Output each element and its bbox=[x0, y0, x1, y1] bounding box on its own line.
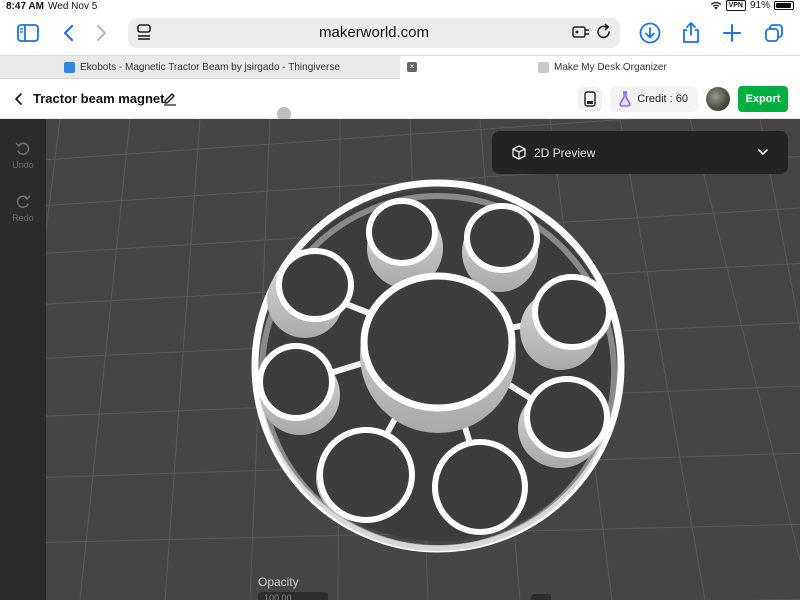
status-bar: 8:47 AM Wed Nov 5 VPN 91% bbox=[0, 0, 800, 14]
chevron-down-icon bbox=[756, 145, 770, 162]
cube-icon bbox=[512, 145, 526, 163]
download-icon[interactable] bbox=[636, 20, 664, 46]
chevron-left-icon bbox=[15, 93, 22, 105]
tool-sidebar: Undo Redo bbox=[0, 119, 46, 600]
model-scene bbox=[46, 119, 800, 600]
header-actions: Credit : 60 Export bbox=[578, 86, 788, 112]
tablet-icon bbox=[584, 91, 596, 107]
url-text[interactable]: makerworld.com bbox=[128, 24, 620, 41]
status-right: VPN 91% bbox=[710, 0, 794, 11]
extension-icon[interactable] bbox=[572, 24, 590, 45]
back-button[interactable] bbox=[10, 90, 28, 108]
redo-button[interactable]: Redo bbox=[0, 194, 46, 223]
close-tab-icon[interactable]: × bbox=[407, 62, 417, 72]
credit-flask-icon bbox=[619, 91, 631, 107]
opacity-input[interactable]: 100.00 bbox=[258, 592, 328, 600]
battery-percent: 91% bbox=[749, 0, 770, 11]
new-tab-icon[interactable] bbox=[718, 20, 746, 46]
address-bar[interactable]: makerworld.com bbox=[128, 18, 620, 48]
credit-badge[interactable]: Credit : 60 bbox=[610, 86, 698, 112]
device-preview-button[interactable] bbox=[578, 87, 603, 111]
wifi-icon bbox=[710, 2, 721, 10]
app-header: Tractor beam magnet Credit : 60 Export bbox=[0, 80, 800, 119]
tab-bar: Ekobots - Magnetic Tractor Beam by jsirg… bbox=[0, 55, 800, 79]
tab-overview-icon[interactable] bbox=[760, 20, 788, 46]
undo-button[interactable]: Undo bbox=[0, 141, 46, 170]
preview-label: 2D Preview bbox=[534, 146, 596, 160]
credit-text: Credit : 60 bbox=[637, 93, 688, 105]
share-icon[interactable] bbox=[677, 20, 705, 46]
edit-title-icon[interactable] bbox=[162, 90, 178, 111]
sidebar-toggle-icon[interactable] bbox=[14, 20, 42, 46]
export-button[interactable]: Export bbox=[738, 86, 788, 112]
status-date: Wed Nov 5 bbox=[48, 1, 98, 12]
redo-label: Redo bbox=[12, 213, 34, 223]
opacity-label: Opacity bbox=[258, 575, 299, 589]
status-time: 8:47 AM bbox=[6, 1, 44, 12]
thingiverse-favicon-icon bbox=[64, 62, 75, 73]
browser-toolbar: makerworld.com bbox=[0, 14, 800, 54]
tab-thingiverse[interactable]: Ekobots - Magnetic Tractor Beam by jsirg… bbox=[0, 56, 400, 79]
avatar[interactable] bbox=[706, 87, 730, 111]
battery-icon bbox=[774, 1, 794, 10]
bottom-control[interactable] bbox=[531, 594, 551, 600]
tab-label: Ekobots - Magnetic Tractor Beam by jsirg… bbox=[80, 62, 340, 73]
reload-icon[interactable] bbox=[596, 23, 612, 46]
tab-makerworld[interactable]: Make My Desk Organizer bbox=[400, 56, 800, 79]
page-title: Tractor beam magnet bbox=[33, 91, 165, 106]
redo-icon bbox=[16, 195, 31, 208]
tab-label: Make My Desk Organizer bbox=[554, 62, 667, 73]
makerworld-favicon-icon bbox=[538, 62, 549, 73]
preview-dropdown[interactable]: 2D Preview bbox=[492, 131, 788, 174]
vpn-badge: VPN bbox=[725, 0, 746, 11]
forward-nav-icon[interactable] bbox=[88, 20, 116, 46]
model-viewport[interactable] bbox=[46, 119, 800, 600]
undo-icon bbox=[15, 142, 30, 155]
back-nav-icon[interactable] bbox=[54, 20, 82, 46]
undo-label: Undo bbox=[12, 160, 34, 170]
